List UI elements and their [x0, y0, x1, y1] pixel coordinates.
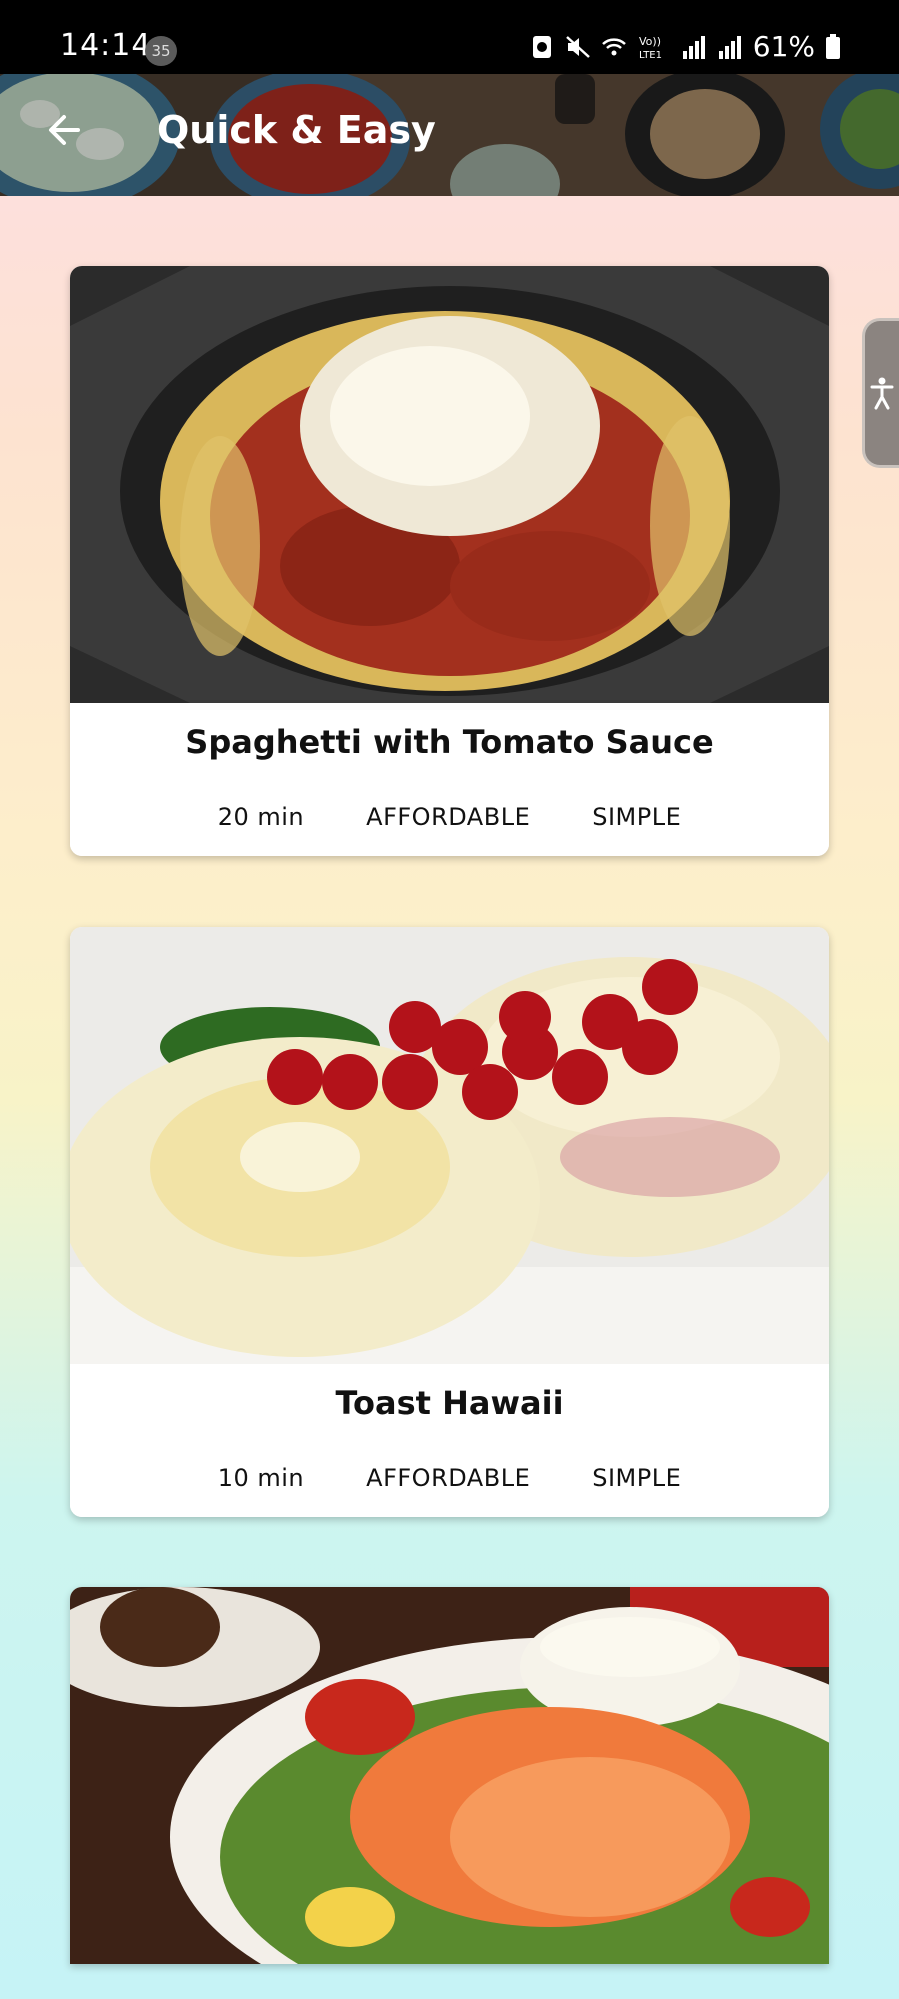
meal-card[interactable]: [70, 1587, 829, 1964]
meal-title: Toast Hawaii: [335, 1384, 564, 1422]
status-bar: 14:14 35 Vo)) LTE1 61%: [0, 0, 899, 74]
meal-image-spaghetti: [70, 266, 829, 703]
volte-icon: Vo)) LTE1: [639, 35, 662, 61]
recycle-icon: [532, 35, 551, 58]
battery-percent: 61%: [752, 30, 815, 63]
signal-2-icon: [718, 35, 741, 59]
back-button[interactable]: [36, 102, 92, 158]
battery-icon: [826, 33, 840, 59]
meal-info: Toast Hawaii 10 min AFFORDABLE SIMPLE: [70, 1364, 829, 1517]
meal-card[interactable]: Spaghetti with Tomato Sauce 20 min AFFOR…: [70, 266, 829, 856]
meal-title: Spaghetti with Tomato Sauce: [185, 723, 714, 761]
meal-meta: 20 min AFFORDABLE SIMPLE: [70, 803, 829, 831]
meal-image-toast-hawaii: [70, 927, 829, 1364]
app-bar: Quick & Easy: [0, 74, 899, 196]
svg-text:LTE1: LTE1: [639, 50, 662, 61]
meal-affordability: AFFORDABLE: [366, 803, 531, 831]
accessibility-icon: [870, 377, 894, 410]
meal-duration: 10 min: [217, 1464, 305, 1492]
mute-icon: [565, 35, 590, 58]
status-icons: Vo)) LTE1 61%: [529, 30, 841, 63]
app-bar-background-image: [0, 74, 899, 196]
arrow-left-icon: [49, 115, 80, 145]
wifi-icon: [601, 37, 626, 55]
page-title: Quick & Easy: [157, 108, 436, 152]
svg-text:Vo)): Vo)): [639, 35, 661, 48]
notification-count-badge: 35: [145, 36, 177, 66]
meal-card[interactable]: Toast Hawaii 10 min AFFORDABLE SIMPLE: [70, 927, 829, 1517]
meal-complexity: SIMPLE: [592, 803, 682, 831]
signal-1-icon: [682, 35, 705, 59]
accessibility-button[interactable]: [862, 318, 899, 468]
meal-meta: 10 min AFFORDABLE SIMPLE: [70, 1464, 829, 1492]
meal-info: Spaghetti with Tomato Sauce 20 min AFFOR…: [70, 703, 829, 856]
meal-duration: 20 min: [217, 803, 305, 831]
meal-complexity: SIMPLE: [592, 1464, 682, 1492]
meal-image-salmon-salad: [70, 1587, 829, 1964]
status-time: 14:14: [60, 28, 152, 63]
meal-affordability: AFFORDABLE: [366, 1464, 531, 1492]
